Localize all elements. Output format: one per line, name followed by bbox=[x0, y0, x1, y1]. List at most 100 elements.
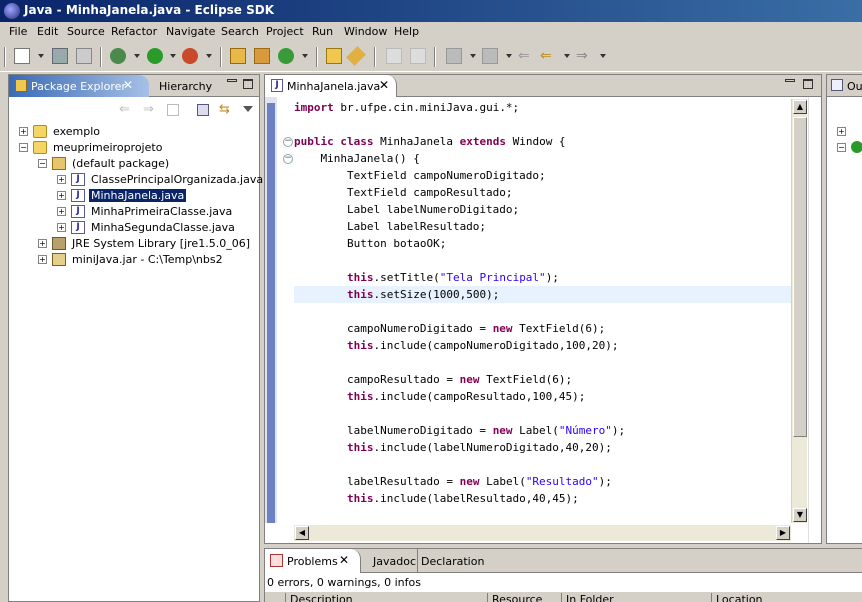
scroll-down-icon[interactable]: ▼ bbox=[793, 508, 807, 522]
close-icon[interactable]: ✕ bbox=[123, 78, 133, 92]
next-annotation-dropdown-icon[interactable] bbox=[470, 54, 476, 58]
code-line[interactable] bbox=[294, 252, 792, 269]
back-icon[interactable]: ⇐ bbox=[540, 48, 556, 64]
collapse-all-icon[interactable] bbox=[197, 104, 209, 116]
column-resource[interactable]: Resource bbox=[487, 593, 561, 602]
last-edit-icon[interactable]: ⇐ bbox=[518, 48, 534, 64]
debug-dropdown-icon[interactable] bbox=[134, 54, 140, 58]
expand-icon[interactable]: + bbox=[57, 223, 66, 232]
expand-icon[interactable]: + bbox=[837, 127, 846, 136]
menu-file[interactable]: File bbox=[9, 25, 27, 38]
external-tools-dropdown-icon[interactable] bbox=[206, 54, 212, 58]
code-line[interactable]: MinhaJanela() { bbox=[294, 150, 792, 167]
debug-icon[interactable] bbox=[110, 48, 126, 64]
up-icon[interactable] bbox=[167, 104, 179, 116]
fold-class-icon[interactable]: − bbox=[283, 137, 293, 147]
scroll-thumb[interactable] bbox=[793, 117, 807, 437]
menu-navigate[interactable]: Navigate bbox=[166, 25, 215, 38]
external-tools-icon[interactable] bbox=[182, 48, 198, 64]
next-annotation-icon[interactable] bbox=[446, 48, 462, 64]
close-icon[interactable]: ✕ bbox=[339, 553, 349, 567]
code-line[interactable]: this.include(campoNumeroDigitado,100,20)… bbox=[294, 337, 792, 354]
forward-icon[interactable]: ⇒ bbox=[576, 48, 592, 64]
code-line[interactable]: campoResultado = new TextField(6); bbox=[294, 371, 792, 388]
menu-refactor[interactable]: Refactor bbox=[111, 25, 157, 38]
column-in-folder[interactable]: In Folder bbox=[561, 593, 711, 602]
mark-occurrences-icon[interactable] bbox=[386, 48, 402, 64]
code-line[interactable]: public class MinhaJanela extends Window … bbox=[294, 133, 792, 150]
minimize-icon[interactable] bbox=[785, 79, 795, 82]
show-whitespace-icon[interactable] bbox=[410, 48, 426, 64]
search-icon[interactable] bbox=[346, 46, 366, 66]
code-line[interactable]: Button botaoOK; bbox=[294, 235, 792, 252]
new-class-icon[interactable] bbox=[278, 48, 294, 64]
code-line[interactable]: labelNumeroDigitado = new Label("Número"… bbox=[294, 422, 792, 439]
view-menu-icon[interactable] bbox=[243, 106, 253, 112]
scroll-up-icon[interactable]: ▲ bbox=[793, 100, 807, 114]
back-dropdown-icon[interactable] bbox=[564, 54, 570, 58]
expand-icon[interactable]: + bbox=[38, 239, 47, 248]
code-line[interactable]: this.setTitle("Tela Principal"); bbox=[294, 269, 792, 286]
scroll-right-icon[interactable]: ▶ bbox=[776, 526, 790, 540]
code-line[interactable] bbox=[294, 354, 792, 371]
collapse-icon[interactable]: − bbox=[38, 159, 47, 168]
tab-declaration[interactable]: Declaration bbox=[421, 555, 484, 568]
run-dropdown-icon[interactable] bbox=[170, 54, 176, 58]
save-icon[interactable] bbox=[52, 48, 68, 64]
tab-outline[interactable]: Ou bbox=[847, 80, 862, 93]
minimize-icon[interactable] bbox=[227, 79, 237, 82]
maximize-icon[interactable] bbox=[803, 79, 813, 89]
code-line[interactable]: this.include(campoResultado,100,45); bbox=[294, 388, 792, 405]
tab-minhajanela-java[interactable]: J MinhaJanela.java ✕ bbox=[265, 75, 397, 97]
menu-project[interactable]: Project bbox=[266, 25, 304, 38]
code-line[interactable]: campoNumeroDigitado = new TextField(6); bbox=[294, 320, 792, 337]
code-line[interactable] bbox=[294, 456, 792, 473]
new-class-dropdown-icon[interactable] bbox=[302, 54, 308, 58]
previous-annotation-dropdown-icon[interactable] bbox=[506, 54, 512, 58]
scroll-left-icon[interactable]: ◀ bbox=[295, 526, 309, 540]
code-line[interactable]: this.include(labelNumeroDigitado,40,20); bbox=[294, 439, 792, 456]
new-package-icon[interactable] bbox=[254, 48, 270, 64]
expand-icon[interactable]: + bbox=[57, 175, 66, 184]
tab-package-explorer[interactable]: Package Explorer ✕ bbox=[9, 75, 149, 97]
code-line[interactable]: Label labelResultado; bbox=[294, 218, 792, 235]
forward-icon[interactable]: ⇒ bbox=[143, 102, 154, 117]
code-line[interactable]: this.setSize(1000,500); bbox=[294, 286, 792, 303]
previous-annotation-icon[interactable] bbox=[482, 48, 498, 64]
code-line[interactable]: this.include(labelResultado,40,45); bbox=[294, 490, 792, 507]
new-icon[interactable] bbox=[14, 48, 30, 64]
run-icon[interactable] bbox=[147, 48, 163, 64]
menu-run[interactable]: Run bbox=[312, 25, 333, 38]
new-dropdown-icon[interactable] bbox=[38, 54, 44, 58]
close-icon[interactable]: ✕ bbox=[379, 78, 389, 92]
code-line[interactable]: labelResultado = new Label("Resultado"); bbox=[294, 473, 792, 490]
tab-javadoc[interactable]: Javadoc bbox=[373, 555, 416, 568]
code-line[interactable]: import br.ufpe.cin.miniJava.gui.*; bbox=[294, 99, 792, 116]
new-java-project-icon[interactable] bbox=[230, 48, 246, 64]
column-description[interactable]: Description bbox=[285, 593, 487, 602]
vertical-scrollbar[interactable]: ▲ ▼ bbox=[791, 99, 807, 523]
expand-icon[interactable]: + bbox=[38, 255, 47, 264]
menu-window[interactable]: Window bbox=[344, 25, 387, 38]
expand-icon[interactable]: + bbox=[57, 191, 66, 200]
expand-icon[interactable]: + bbox=[19, 127, 28, 136]
menu-source[interactable]: Source bbox=[67, 25, 105, 38]
code-line[interactable]: Label labelNumeroDigitado; bbox=[294, 201, 792, 218]
menu-help[interactable]: Help bbox=[394, 25, 419, 38]
code-line[interactable] bbox=[294, 303, 792, 320]
forward-dropdown-icon[interactable] bbox=[600, 54, 606, 58]
fold-method-icon[interactable]: − bbox=[283, 154, 293, 164]
code-line[interactable]: TextField campoNumeroDigitado; bbox=[294, 167, 792, 184]
link-with-editor-icon[interactable]: ⇆ bbox=[219, 102, 230, 117]
menu-edit[interactable]: Edit bbox=[37, 25, 58, 38]
back-icon[interactable]: ⇐ bbox=[119, 102, 130, 117]
code-line[interactable] bbox=[294, 116, 792, 133]
horizontal-scrollbar[interactable]: ◀ ▶ bbox=[294, 525, 791, 541]
collapse-icon[interactable]: − bbox=[837, 143, 846, 152]
column-location[interactable]: Location bbox=[711, 593, 771, 602]
code-line[interactable] bbox=[294, 405, 792, 422]
tab-hierarchy[interactable]: Hierarchy bbox=[159, 80, 212, 93]
print-icon[interactable] bbox=[76, 48, 92, 64]
code-area[interactable]: import br.ufpe.cin.miniJava.gui.*; public… bbox=[294, 99, 792, 523]
collapse-icon[interactable]: − bbox=[19, 143, 28, 152]
